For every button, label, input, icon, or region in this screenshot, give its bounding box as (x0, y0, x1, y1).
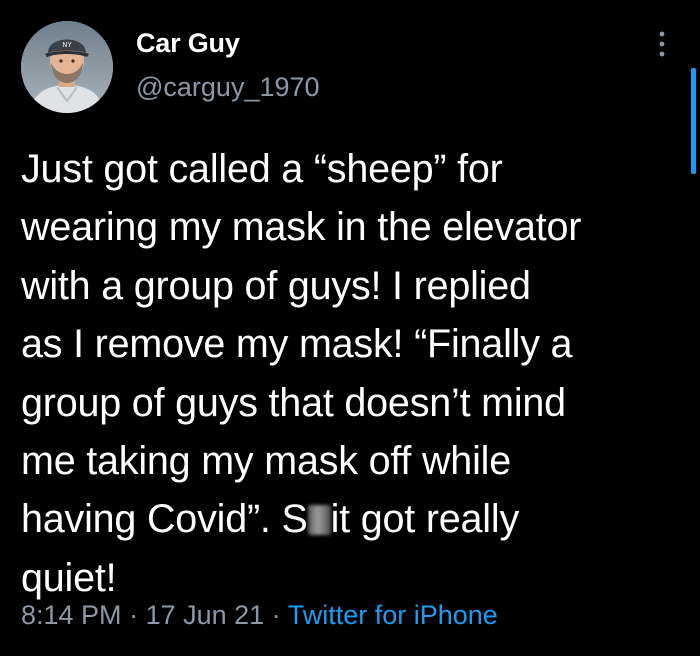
tweet: NY Car Guy @carguy_1970 Just got called … (0, 0, 700, 656)
censored-text-blur (307, 505, 331, 536)
tweet-meta: 8:14 PM · 17 Jun 21 · Twitter for iPhone (21, 600, 498, 631)
tweet-text: Just got called a “sheep” for wearing my… (21, 140, 681, 607)
avatar-photo-icon: NY (21, 21, 113, 113)
avatar[interactable]: NY (21, 21, 113, 113)
tweet-source-link[interactable]: Twitter for iPhone (288, 600, 498, 630)
svg-text:NY: NY (62, 41, 72, 49)
scrollbar[interactable] (691, 68, 696, 174)
display-name[interactable]: Car Guy (136, 28, 240, 59)
user-handle[interactable]: @carguy_1970 (136, 72, 320, 103)
tweet-text-part-1: Just got called a “sheep” for wearing my… (21, 147, 582, 542)
more-vertical-icon[interactable] (652, 28, 672, 64)
tweet-date[interactable]: 17 Jun 21 (146, 600, 265, 630)
tweet-time: 8:14 PM (21, 600, 122, 630)
meta-separator: · (264, 600, 288, 630)
meta-separator: · (121, 600, 146, 630)
